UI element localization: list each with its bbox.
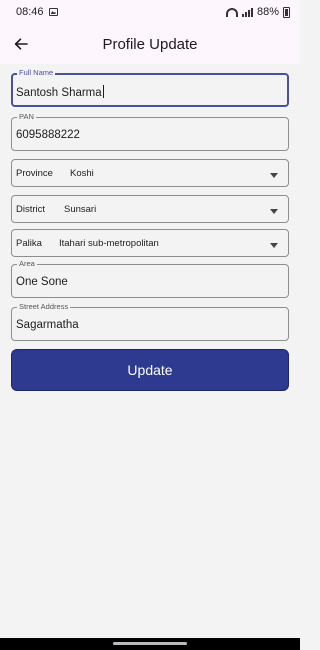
palika-dropdown[interactable]: Palika Itahari sub-metropolitan [11, 229, 289, 257]
area-label: Area [17, 259, 37, 269]
province-value: Koshi [70, 168, 94, 179]
image-icon [48, 8, 58, 16]
street-address-field[interactable]: Street Address Sagarmatha [11, 302, 289, 341]
pan-field[interactable]: PAN 6095888222 [11, 112, 289, 151]
area-value: One Sone [16, 276, 68, 288]
wifi-icon [225, 7, 238, 17]
full-name-value: Santosh Sharma [16, 87, 102, 99]
full-name-label: Full Name [17, 68, 56, 78]
district-value: Sunsari [64, 204, 97, 215]
page-title: Profile Update [102, 35, 198, 53]
area-field[interactable]: Area One Sone [11, 259, 289, 298]
arrow-left-icon [14, 38, 28, 50]
back-button[interactable] [1, 24, 41, 64]
battery-percent: 88% [256, 6, 279, 18]
navigation-bar [0, 638, 300, 650]
home-gesture-handle[interactable] [113, 642, 187, 645]
full-name-field[interactable]: Full Name Santosh Sharma [11, 68, 289, 107]
chevron-down-icon [270, 243, 278, 248]
text-caret [102, 85, 104, 98]
update-button[interactable]: Update [11, 349, 289, 391]
province-dropdown[interactable]: Province Koshi [11, 159, 289, 187]
palika-value: Itahari sub-metropolitan [59, 238, 159, 249]
pan-value: 6095888222 [16, 129, 80, 141]
status-left: 08:46 [16, 6, 58, 18]
palika-label: Palika [16, 238, 42, 249]
street-address-value: Sagarmatha [16, 319, 79, 331]
status-time: 08:46 [16, 6, 44, 18]
chevron-down-icon [270, 209, 278, 214]
pan-label: PAN [17, 112, 36, 122]
district-label: District [16, 204, 46, 215]
status-bar: 08:46 88% [0, 0, 300, 24]
status-right: 88% [225, 6, 290, 18]
app-bar: Profile Update [0, 24, 300, 64]
chevron-down-icon [270, 173, 278, 178]
district-dropdown[interactable]: District Sunsari [11, 195, 289, 223]
full-name-value-wrap: Santosh Sharma [16, 85, 104, 99]
signal-icon [241, 7, 253, 17]
update-button-label: Update [127, 362, 173, 378]
battery-icon [283, 6, 290, 18]
street-address-label: Street Address [17, 302, 71, 312]
province-label: Province [16, 168, 53, 179]
profile-update-screen: 08:46 88% Profile Update Full Name Santo… [0, 0, 300, 650]
